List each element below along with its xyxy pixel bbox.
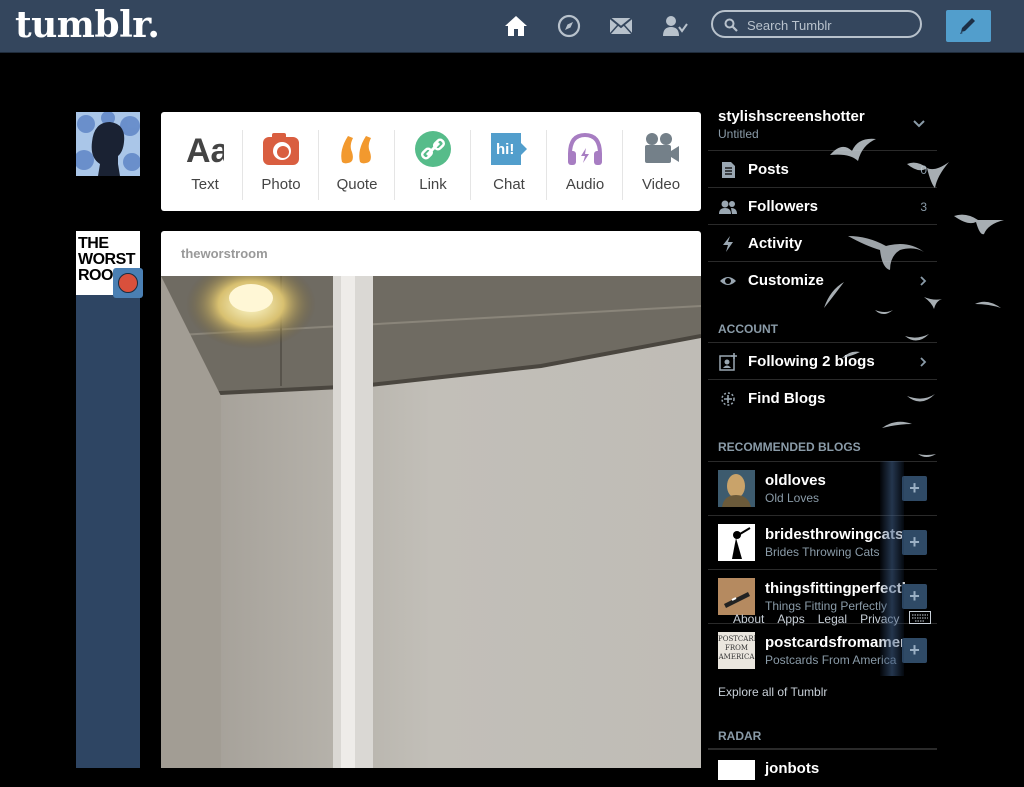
chevron-right-icon [920,357,927,367]
explore-link[interactable]: Explore all of Tumblr [718,685,827,699]
footer-legal-link[interactable]: Legal [818,612,847,626]
sidebar-item-label: Followers [748,198,819,215]
bat-decoration-icon [848,236,924,270]
video-camera-icon [645,133,679,163]
sidebar-blog-title: Untitled [718,127,759,141]
post-type-photo[interactable]: Photo [243,112,319,211]
bat-decoration-icon [907,394,935,402]
post-type-photo-label: Photo [261,176,301,193]
eye-icon [720,277,736,285]
dashboard-post: theworstroom [161,231,701,768]
post-type-chat-label: Chat [493,176,525,193]
bat-decoration-icon [954,214,1004,235]
search-box[interactable] [711,10,922,38]
my-avatar[interactable] [76,112,140,176]
recommended-blog-avatar [718,470,755,507]
post-type-text[interactable]: Aa Text [167,112,243,211]
bat-decoration-icon [824,282,844,308]
footer-apps-link[interactable]: Apps [777,612,804,626]
post-blog-name[interactable]: theworstroom [181,246,268,261]
quote-icon [341,136,371,164]
account-icon[interactable] [662,13,688,39]
link-icon [415,131,451,167]
post-type-link[interactable]: Link [395,112,471,211]
post-type-quote[interactable]: Quote [319,112,395,211]
sidebar-item-label: Customize [748,272,824,289]
recommended-blog-avatar [718,524,755,561]
sidebar-item-label: Activity [748,235,803,252]
post-type-quote-label: Quote [336,176,378,193]
search-icon [724,18,738,32]
posts-icon [722,162,735,178]
bat-decoration-icon [875,310,893,314]
find-blogs-icon [721,392,735,406]
post-type-text-label: Text [191,176,219,193]
headphones-icon [568,132,602,165]
postcards-logo-text: POSTCARDS FROM AMERICA [718,635,755,661]
post-type-chat[interactable]: hi! Chat [471,112,547,211]
chevron-down-icon[interactable] [913,120,925,128]
sidebar-item-followers[interactable]: Followers 3 [708,187,937,225]
post-avatar-strip [76,231,140,768]
follow-button[interactable]: + [902,638,927,663]
post-type-audio[interactable]: Audio [547,112,623,211]
inbox-icon[interactable] [608,13,634,39]
bat-decoration-icon [924,297,942,309]
follow-button[interactable]: + [902,476,927,501]
radar-heading: RADAR [718,729,762,743]
post-type-video-label: Video [641,176,681,193]
reblog-avatar[interactable] [113,268,143,298]
recommended-heading: RECOMMENDED BLOGS [718,440,861,454]
bat-decoration-icon [842,351,860,358]
follow-button[interactable]: + [902,530,927,555]
compose-button[interactable] [946,10,991,42]
camera-icon [263,133,299,165]
post-type-video[interactable]: Video [623,112,699,211]
home-icon[interactable] [503,13,529,39]
radar-avatar [718,760,755,780]
svg-text:hi!: hi! [496,141,514,158]
sidebar-item-label: Posts [748,161,789,178]
text-icon: Aa [186,132,224,168]
bat-decoration-icon [830,138,876,161]
follow-button[interactable]: + [902,584,927,609]
svg-text:Aa: Aa [186,132,224,168]
post-photo[interactable] [161,276,701,768]
bat-decoration-icon [907,162,949,188]
recommended-blog-avatar [718,578,755,615]
sidebar-item-find-blogs[interactable]: Find Blogs [708,379,937,417]
pencil-icon [960,18,975,34]
sidebar-item-label: Find Blogs [748,390,826,407]
post-type-bar: Aa Text Photo Quote Link hi! Chat Audio … [161,112,701,211]
tumblr-logo[interactable]: tumblr. [15,4,160,46]
recommended-blog-avatar: POSTCARDS FROM AMERICA [718,632,755,669]
bat-decoration-icon [882,421,912,428]
avatar-silhouette-icon [76,112,140,176]
search-input[interactable] [745,15,919,35]
sidebar-blog-name[interactable]: stylishscreenshotter [718,108,865,125]
theme-overlay-glare [880,461,904,676]
keyboard-icon[interactable] [909,611,931,624]
following-icon [719,353,737,371]
post-type-link-label: Link [419,176,447,193]
chat-icon: hi! [491,133,527,165]
account-heading: ACCOUNT [718,322,778,336]
chevron-right-icon [920,276,927,286]
bat-decoration-icon [975,301,1001,308]
post-type-audio-label: Audio [565,176,605,193]
bat-decoration-icon [918,454,936,457]
radar-blog-name: jonbots [765,760,820,777]
sidebar-item-posts[interactable]: Posts 0 [708,150,937,188]
top-bar: tumblr. [0,0,1024,53]
activity-icon [723,236,733,252]
followers-icon [719,200,737,214]
sidebar-item-count: 3 [920,200,927,214]
sidebar-item-following[interactable]: Following 2 blogs [708,342,937,380]
footer-about-link[interactable]: About [733,612,764,626]
explore-icon[interactable] [556,13,582,39]
bat-decoration-icon [905,334,929,341]
